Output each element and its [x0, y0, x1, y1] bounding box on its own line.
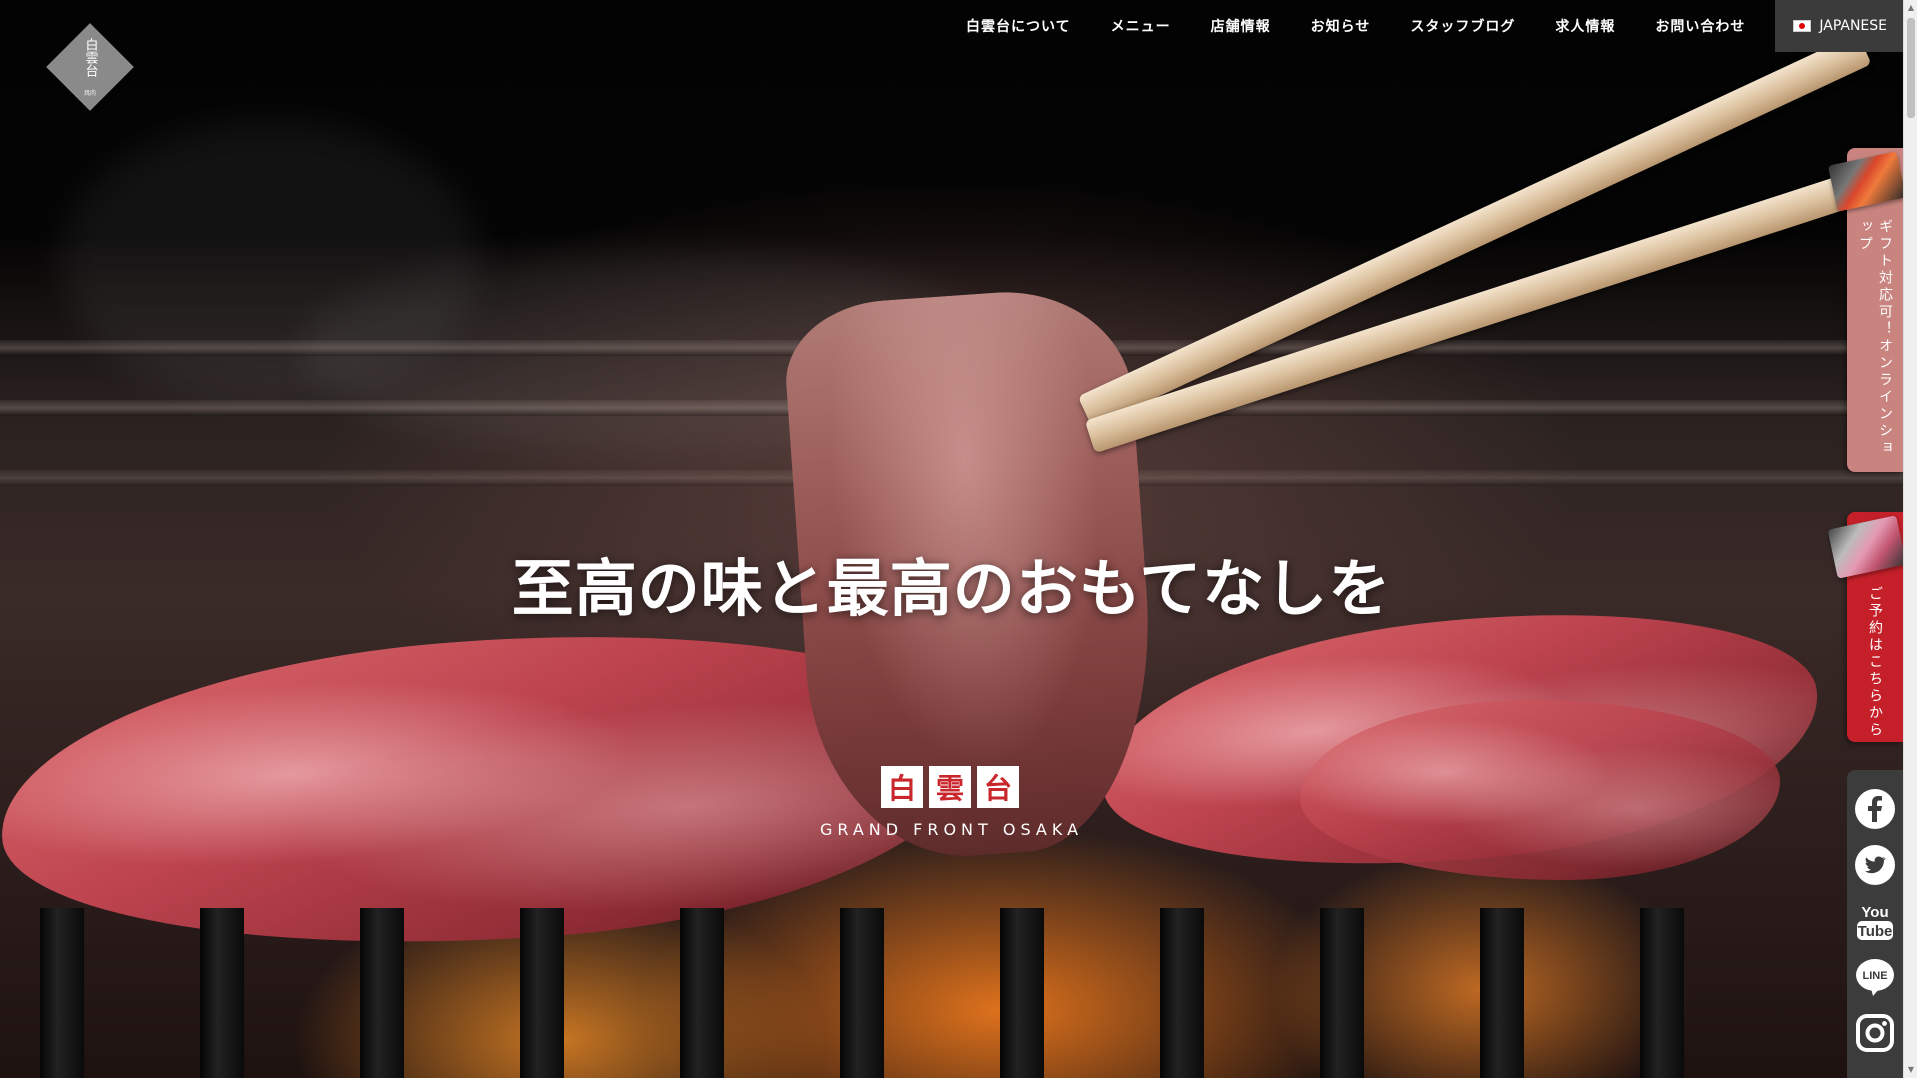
scroll-up-arrow-icon[interactable]: ▲ — [1904, 0, 1917, 16]
main-nav: 白雲台について メニュー 店舗情報 お知らせ スタッフブログ 求人情報 お問い合… — [946, 0, 1903, 52]
facebook-icon[interactable] — [1854, 788, 1896, 830]
nav-menu[interactable]: メニュー — [1091, 16, 1191, 36]
language-label: JAPANESE — [1819, 18, 1887, 34]
youtube-icon[interactable]: You Tube — [1854, 900, 1896, 942]
line-icon[interactable]: LINE — [1854, 956, 1896, 998]
logo-kanji-text: 白雲台 — [82, 38, 98, 77]
hero-brand-logo: 白 雲 台 — [880, 766, 1020, 808]
language-switcher[interactable]: JAPANESE — [1775, 0, 1903, 52]
scrollbar-thumb[interactable] — [1907, 18, 1915, 118]
nav-about[interactable]: 白雲台について — [946, 16, 1091, 36]
vertical-scrollbar[interactable]: ▲ ▼ — [1903, 0, 1917, 1078]
hero-headline: 至高の味と最高のおもてなしを — [511, 552, 1392, 625]
brand-char-1: 白 — [881, 766, 923, 808]
svg-text:You: You — [1861, 904, 1888, 921]
logo-kanji: 白雲台 — [47, 38, 133, 81]
brand-char-3: 台 — [977, 766, 1019, 808]
brand-char-2: 雲 — [929, 766, 971, 808]
nav-news[interactable]: お知らせ — [1291, 16, 1391, 36]
twitter-icon[interactable] — [1854, 844, 1896, 886]
japan-flag-icon — [1793, 20, 1812, 32]
online-shop-label: ギフト対応可！オンラインショップ — [1857, 218, 1893, 457]
reservation-label: ご予約はこちらから — [1867, 586, 1883, 739]
svg-text:Tube: Tube — [1858, 923, 1893, 940]
hero-brand-subtitle: GRAND FRONT OSAKA — [819, 820, 1084, 839]
nav-store-info[interactable]: 店舗情報 — [1191, 16, 1291, 36]
svg-text:LINE: LINE — [1862, 970, 1887, 982]
nav-contact[interactable]: お問い合わせ — [1635, 16, 1765, 36]
instagram-icon[interactable] — [1854, 1012, 1896, 1054]
reservation-tab[interactable]: ご予約はこちらから — [1827, 512, 1907, 742]
site-logo[interactable]: 白雲台 焼肉 — [46, 23, 134, 111]
online-shop-tab[interactable]: ギフト対応可！オンラインショップ — [1827, 148, 1907, 472]
nav-recruit[interactable]: 求人情報 — [1535, 16, 1635, 36]
social-links: You Tube LINE — [1847, 770, 1903, 1078]
scroll-down-arrow-icon[interactable]: ▼ — [1904, 1062, 1917, 1078]
nav-staff-blog[interactable]: スタッフブログ — [1390, 16, 1535, 36]
logo-small-text: 焼肉 — [83, 90, 96, 97]
